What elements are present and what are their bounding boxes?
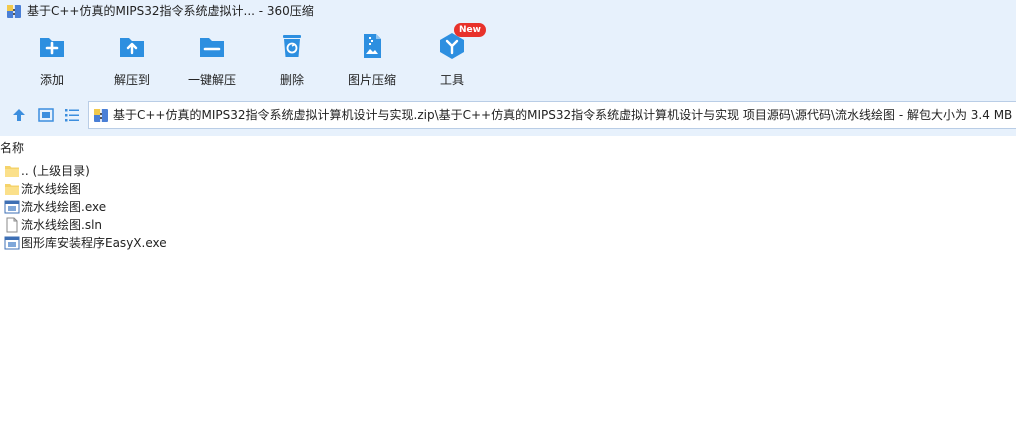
extract-to-icon [120,38,144,57]
delete-label: 删除 [279,73,304,87]
extract-to-button[interactable]: 解压到 [92,32,172,90]
main-toolbar: 添加 解压到 一键解压 删除 图片压缩 New 工具 [0,22,1016,90]
delete-button[interactable]: 删除 [252,32,332,90]
image-compress-icon [364,34,381,58]
add-label: 添加 [39,73,64,87]
up-arrow-icon[interactable] [10,106,28,124]
file-name: 图形库安装程序EasyX.exe [21,236,167,250]
one-click-extract-button[interactable]: 一键解压 [172,32,252,90]
file-row-parent[interactable]: .. (上级目录) [0,162,400,180]
file-name: .. (上级目录) [21,164,90,178]
address-bar[interactable]: 基于C++仿真的MIPS32指令系统虚拟计算机设计与实现.zip\基于C++仿真… [88,101,1016,129]
tools-label: 工具 [439,73,464,87]
file-row-exe[interactable]: 流水线绘图.exe [0,198,400,216]
file-list: 名称 .. (上级目录) 流水线绘图 流水线绘图.exe 流水线绘图.sln 图… [0,136,1016,444]
one-click-extract-icon [200,38,224,57]
one-click-extract-label: 一键解压 [187,73,236,87]
address-row: 基于C++仿真的MIPS32指令系统虚拟计算机设计与实现.zip\基于C++仿真… [0,98,1016,132]
extract-to-label: 解压到 [113,73,150,87]
image-compress-button[interactable]: 图片压缩 [332,32,412,90]
thumbnail-view-icon[interactable] [37,106,55,124]
sln-file-icon [6,217,18,233]
add-button[interactable]: 添加 [12,32,92,90]
exe-file-icon [4,200,20,214]
archive-app-icon [7,5,21,18]
folder-icon [5,184,19,195]
list-view-icon[interactable] [63,106,81,124]
window-title: 基于C++仿真的MIPS32指令系统虚拟计... - 360压缩 [27,4,314,18]
delete-icon [283,35,301,57]
file-name: 流水线绘图 [21,182,82,196]
zip-archive-icon [94,109,108,122]
image-compress-label: 图片压缩 [347,73,396,87]
file-row-installer-exe[interactable]: 图形库安装程序EasyX.exe [0,234,400,252]
top-panel: 基于C++仿真的MIPS32指令系统虚拟计... - 360压缩 添加 解压到 … [0,0,1016,136]
add-icon [40,38,64,57]
title-bar: 基于C++仿真的MIPS32指令系统虚拟计... - 360压缩 [0,0,1016,22]
file-row-folder[interactable]: 流水线绘图 [0,180,400,198]
file-name: 流水线绘图.exe [21,200,107,214]
address-path: 基于C++仿真的MIPS32指令系统虚拟计算机设计与实现.zip\基于C++仿真… [113,108,1013,122]
folder-up-icon [5,166,19,177]
new-badge: New [454,23,486,37]
column-header-name[interactable]: 名称 [0,140,24,156]
tools-button[interactable]: New 工具 [412,23,492,90]
exe-file-icon [4,236,20,250]
file-row-sln[interactable]: 流水线绘图.sln [0,216,400,234]
file-name: 流水线绘图.sln [21,218,103,232]
